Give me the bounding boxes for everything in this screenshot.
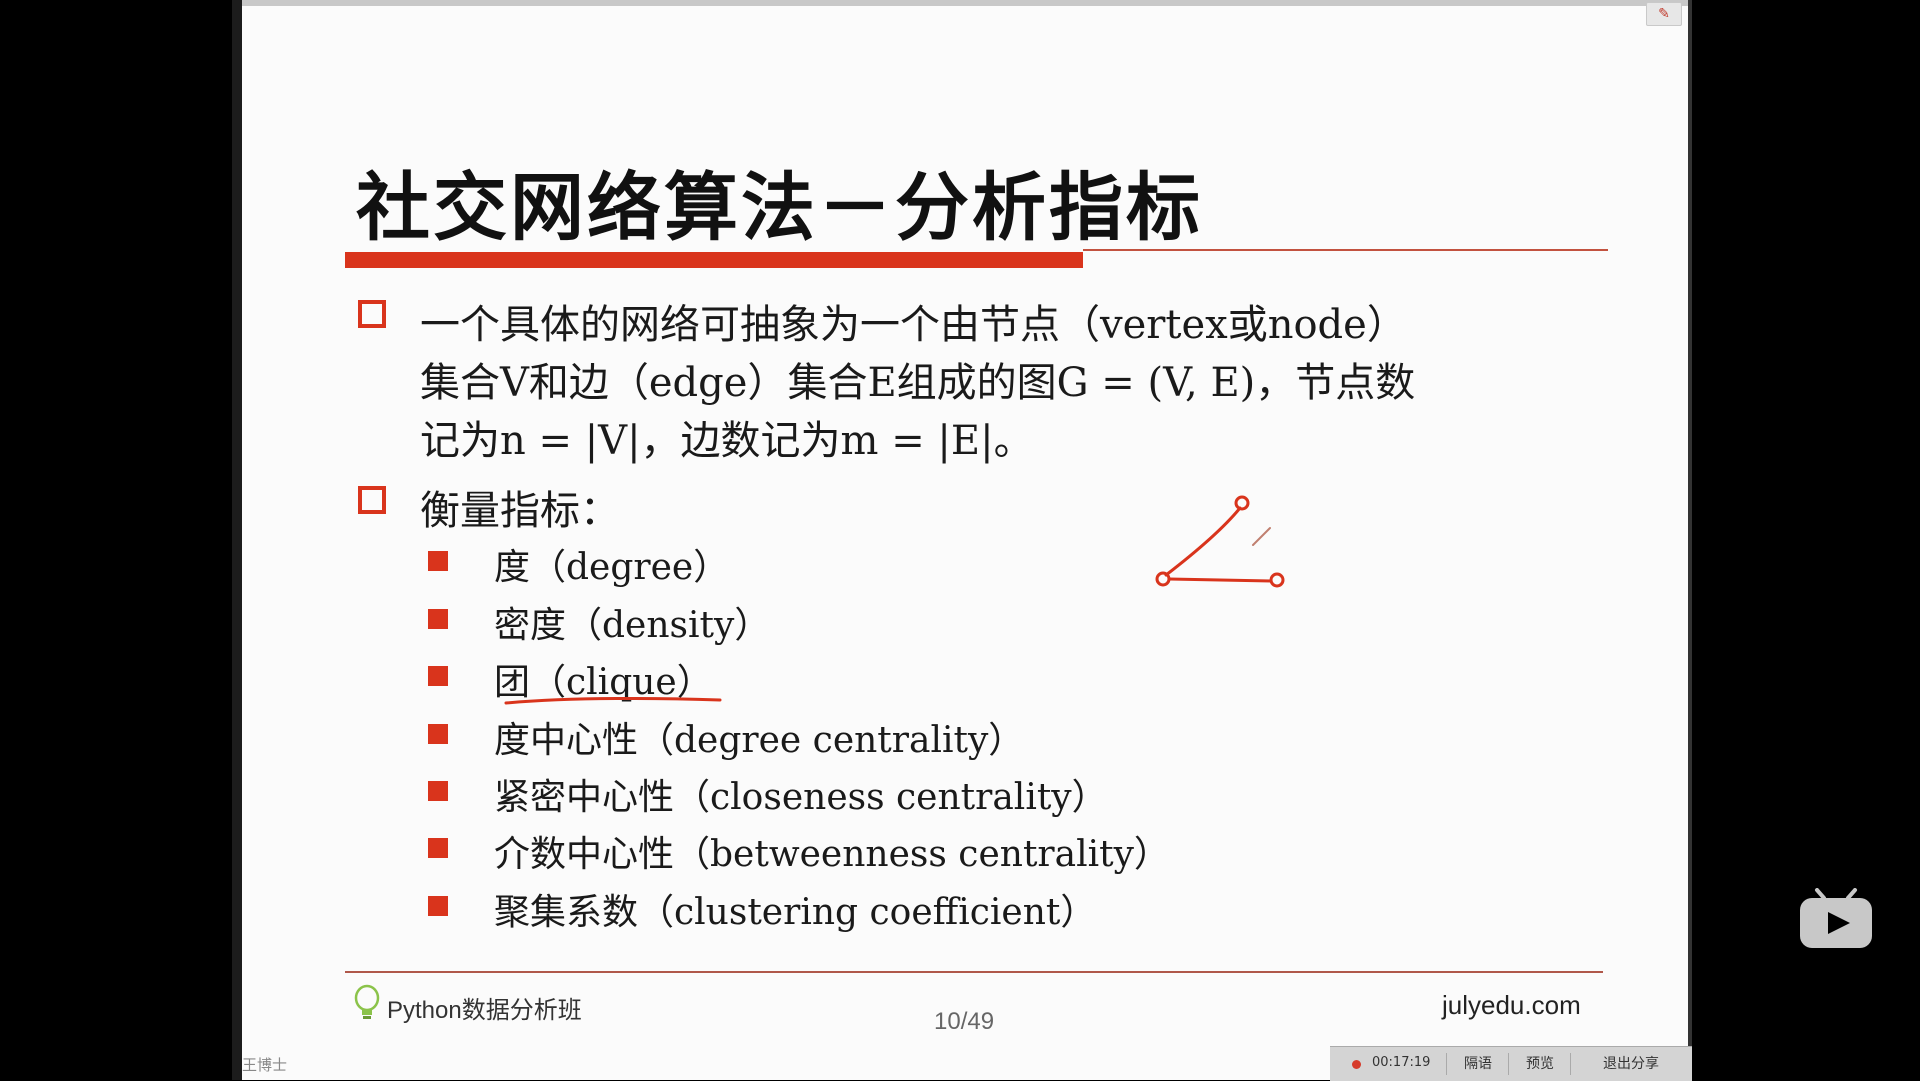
bullet1-line3: 记为n = |V|，边数记为m = |E|。 [420, 418, 1034, 464]
bullet1-line2: 集合V和边（edge）集合E组成的图G = (V, E)，节点数 [420, 360, 1416, 406]
comment-button[interactable]: 隔语 [1446, 1053, 1509, 1075]
filled-square-bullet-icon [428, 666, 448, 686]
slide-title: 社交网络算法－分析指标 [356, 165, 1203, 251]
page-number: 10/49 [934, 1008, 995, 1035]
metric-item: 度（degree） [494, 547, 730, 588]
recording-dot-icon [1352, 1060, 1361, 1069]
pen-tool-icon[interactable]: ✎ [1646, 2, 1682, 26]
metric-item: 度中心性（degree centrality） [494, 720, 1025, 761]
filled-square-bullet-icon [428, 896, 448, 916]
preview-button[interactable]: 预览 [1508, 1053, 1571, 1075]
footer-rule [345, 971, 1603, 973]
slide-right-edge [1688, 0, 1692, 1080]
edge-sketch-annotation [1155, 495, 1285, 588]
metric-item: 聚集系数（clustering coefficient） [494, 892, 1097, 933]
filled-square-bullet-icon [428, 551, 448, 571]
hollow-square-bullet-icon [358, 486, 386, 514]
metric-item: 密度（density） [494, 605, 771, 646]
filled-square-bullet-icon [428, 781, 448, 801]
presentation-slide: ✎ 社交网络算法－分析指标 一个具体的网络可抽象为一个由节点（vertex或no… [232, 0, 1692, 1080]
lightbulb-icon [354, 984, 380, 1019]
filled-square-bullet-icon [428, 609, 448, 629]
metric-item: 紧密中心性（closeness centrality） [494, 777, 1108, 818]
title-underline-thick [345, 252, 1083, 268]
metric-item: 团（clique） [494, 662, 713, 703]
tv-play-icon[interactable] [1798, 888, 1874, 952]
bullet2-label: 衡量指标： [420, 488, 620, 534]
filled-square-bullet-icon [428, 838, 448, 858]
exit-share-button[interactable]: 退出分享 [1570, 1053, 1691, 1075]
hollow-square-bullet-icon [358, 300, 386, 328]
sharing-control-bar: 00:17:19 隔语 预览 退出分享 [1330, 1046, 1692, 1081]
metric-item: 介数中心性（betweenness centrality） [494, 834, 1170, 875]
bullet1-line1: 一个具体的网络可抽象为一个由节点（vertex或node） [420, 302, 1407, 348]
presenter-name: 王博士 [242, 1056, 288, 1074]
slide-top-border [242, 0, 1692, 6]
title-underline-thin [1083, 249, 1608, 251]
course-brand: Python数据分析班 [387, 997, 582, 1024]
site-url: julyedu.com [1442, 990, 1581, 1020]
filled-square-bullet-icon [428, 724, 448, 744]
recording-timer: 00:17:19 [1372, 1055, 1431, 1070]
